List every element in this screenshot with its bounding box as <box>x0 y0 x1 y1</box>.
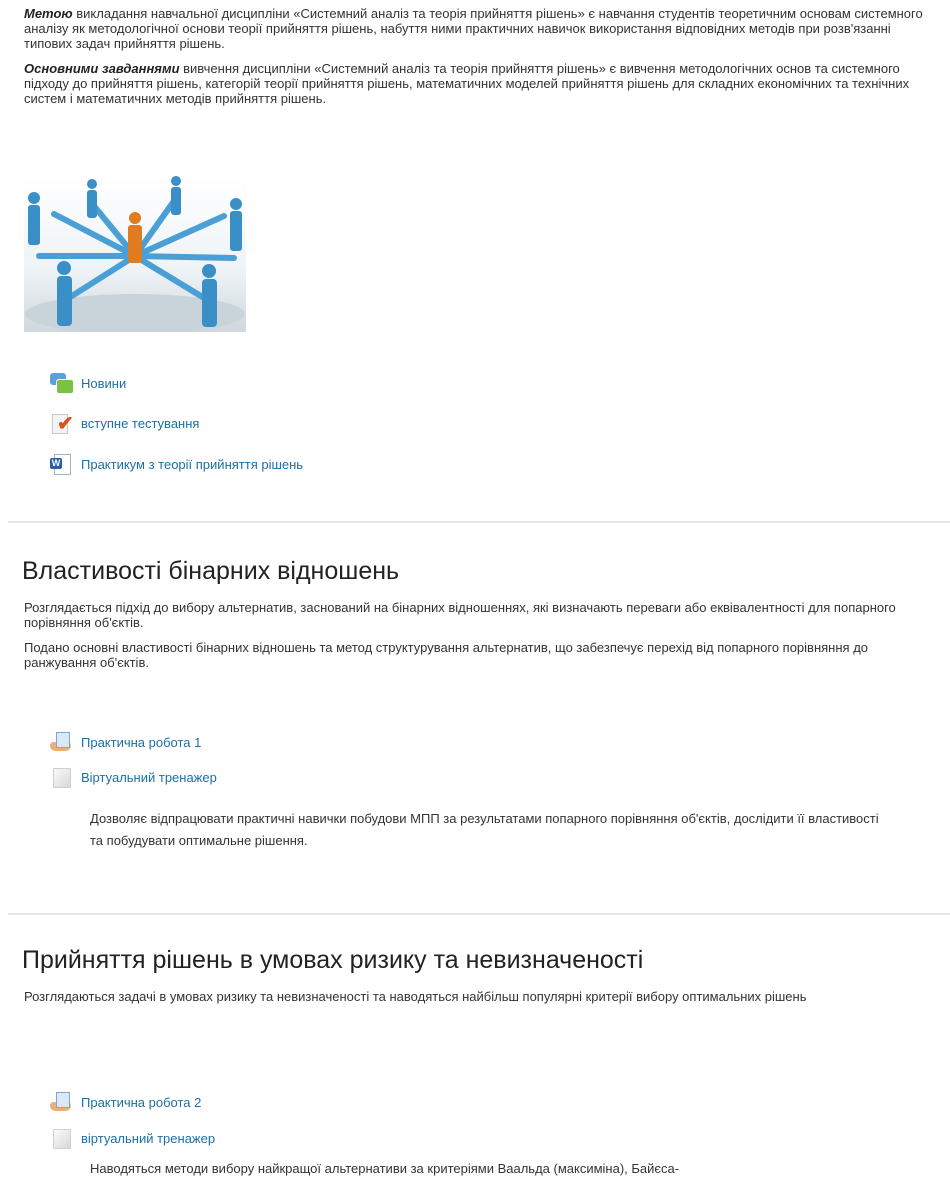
activity-virtual-trainer-1[interactable]: Віртуальний тренажер <box>50 766 217 788</box>
forum-icon <box>50 372 74 394</box>
news-link[interactable]: Новини <box>81 376 126 391</box>
activity-practical-work-1[interactable]: Практична робота 1 <box>50 731 201 753</box>
section-title: Властивості бінарних відношень <box>22 557 400 585</box>
network-people-image <box>25 176 245 332</box>
section-divider <box>8 913 950 915</box>
section-summary: Розглядається підхід до вибору альтернат… <box>24 600 924 680</box>
section-paragraph: Розглядаються задачі в умовах ризику та … <box>24 989 807 1004</box>
goal-text: викладання навчальної дисципліни «Систем… <box>24 6 923 51</box>
section-summary: Розглядаються задачі в умовах ризику та … <box>24 989 924 1014</box>
intro-tasks-paragraph: Основними завданнями вивчення дисципліни… <box>24 61 929 106</box>
activity-virtual-trainer-2[interactable]: віртуальний тренажер <box>50 1127 215 1149</box>
practicum-link[interactable]: Практикум з теорії прийняття рішень <box>81 457 303 472</box>
activity-practical-work-2[interactable]: Практична робота 2 <box>50 1091 201 1113</box>
file-icon <box>50 766 72 788</box>
section-title: Прийняття рішень в умовах ризику та неви… <box>22 946 644 974</box>
intro-goal-paragraph: Метою викладання навчальної дисципліни «… <box>24 6 929 51</box>
virtual-trainer-2-link[interactable]: віртуальний тренажер <box>81 1131 215 1146</box>
activity-entry-quiz[interactable]: ✔ вступне тестування <box>50 412 199 434</box>
virtual-trainer-1-link[interactable]: Віртуальний тренажер <box>81 770 217 785</box>
activity-practicum[interactable]: W Практикум з теорії прийняття рішень <box>50 453 303 475</box>
file-icon <box>50 1127 72 1149</box>
quiz-icon: ✔ <box>50 412 74 434</box>
course-illustration <box>24 176 246 332</box>
activity-news[interactable]: Новини <box>50 372 126 394</box>
practical-work-2-link[interactable]: Практична робота 2 <box>81 1095 201 1110</box>
entry-quiz-link[interactable]: вступне тестування <box>81 416 199 431</box>
activity-description: Дозволяє відпрацювати практичні навички … <box>90 811 879 848</box>
section-divider <box>8 521 950 523</box>
practical-work-1-link[interactable]: Практична робота 1 <box>81 735 201 750</box>
assignment-icon <box>50 731 72 753</box>
assignment-icon <box>50 1091 72 1113</box>
word-document-icon: W <box>50 453 72 475</box>
tasks-label: Основними завданнями <box>24 61 180 76</box>
section-paragraph: Подано основні властивості бінарних відн… <box>24 640 869 670</box>
section-paragraph: Розглядається підхід до вибору альтернат… <box>24 600 896 630</box>
goal-label: Метою <box>24 6 73 21</box>
course-intro: Метою викладання навчальної дисципліни «… <box>24 6 929 116</box>
activity-description: Наводяться методи вибору найкращої альте… <box>90 1161 680 1176</box>
